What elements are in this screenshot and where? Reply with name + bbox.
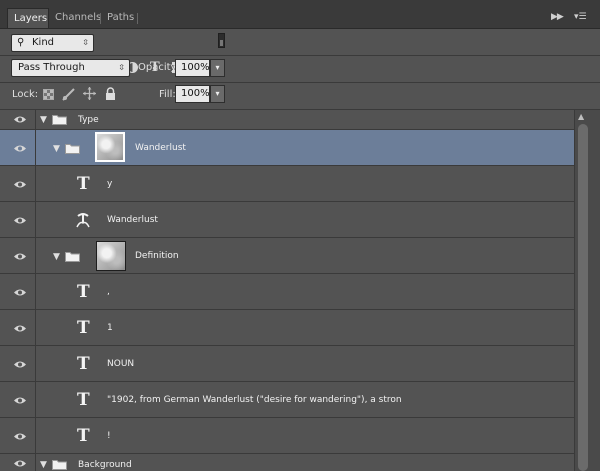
eye-icon[interactable] [13, 432, 27, 441]
folder-icon [52, 115, 67, 125]
layer-name: Type [78, 115, 99, 125]
layer-mask-thumbnail[interactable] [95, 132, 125, 162]
layer-name: Wanderlust [107, 215, 158, 225]
layer-name: Wanderlust [135, 143, 186, 153]
eye-icon[interactable] [13, 396, 27, 405]
blend-mode-value: Pass Through [18, 62, 85, 73]
layer-row-text[interactable]: T "1902, from German Wanderlust ("desire… [0, 382, 574, 418]
text-layer-icon: T [77, 390, 90, 410]
search-icon: ⚲ [17, 37, 25, 48]
layer-row-group-selected[interactable]: ▼ Wanderlust [0, 130, 574, 166]
eye-icon[interactable] [13, 252, 27, 261]
fill-dropdown-arrow[interactable]: ▾ [210, 85, 225, 103]
fill-label: Fill: [159, 89, 176, 100]
layer-row-text[interactable]: T 1 [0, 310, 574, 346]
folder-icon [65, 144, 80, 154]
folder-icon [65, 252, 80, 262]
filter-kind-label: Kind [32, 37, 55, 48]
eye-icon[interactable] [13, 115, 27, 124]
opacity-label: Opacity: [138, 62, 180, 73]
lock-image-icon[interactable] [62, 88, 76, 101]
visibility-cell[interactable] [0, 454, 36, 471]
layer-name: y [107, 179, 113, 189]
blend-mode-dropdown[interactable]: Pass Through ⇳ [11, 59, 130, 77]
updown-caret-icon: ⇳ [118, 63, 125, 72]
lock-label: Lock: [12, 89, 39, 100]
filter-toggle-icon[interactable] [218, 33, 225, 48]
text-layer-icon: T [77, 174, 90, 194]
visibility-cell[interactable] [0, 166, 36, 201]
eye-icon[interactable] [13, 360, 27, 369]
expand-triangle-icon[interactable]: ▼ [53, 252, 60, 262]
layer-row-group[interactable]: ▼ Definition [0, 238, 574, 274]
layer-row-group[interactable]: ▼ Type [0, 110, 574, 130]
scroll-up-arrow-icon[interactable]: ▲ [578, 112, 584, 121]
visibility-cell[interactable] [0, 382, 36, 417]
opacity-dropdown-arrow[interactable]: ▾ [210, 59, 225, 77]
panel-menu-icon[interactable]: ▾☰ [574, 12, 587, 22]
eye-icon[interactable] [13, 324, 27, 333]
scrollbar-thumb[interactable] [578, 124, 588, 471]
updown-caret-icon: ⇳ [82, 38, 89, 47]
layer-row-text[interactable]: Wanderlust [0, 202, 574, 238]
tab-channels[interactable]: Channels [49, 8, 107, 28]
eye-icon[interactable] [13, 180, 27, 189]
panel-tab-bar: Layers Channels Paths ▶▶ ▾☰ [0, 0, 600, 29]
blend-row: Pass Through ⇳ Opacity: 100% ▾ [0, 56, 600, 82]
expand-triangle-icon[interactable]: ▼ [53, 144, 60, 154]
eye-icon[interactable] [13, 216, 27, 225]
warped-text-icon [76, 213, 90, 228]
layer-name: Background [78, 460, 132, 470]
layer-name: Definition [135, 251, 179, 261]
expand-triangle-icon[interactable]: ▼ [40, 460, 47, 470]
text-layer-icon: T [77, 426, 90, 446]
filter-row: ⚲ Kind ⇳ T [0, 28, 600, 75]
opacity-input[interactable]: 100% [175, 59, 210, 77]
lock-row: Lock: Fill: 100% ▾ [0, 82, 600, 109]
lock-transparent-icon[interactable] [43, 89, 54, 100]
visibility-cell[interactable] [0, 310, 36, 345]
eye-icon[interactable] [13, 459, 27, 468]
visibility-cell[interactable] [0, 418, 36, 453]
layer-name: ! [107, 431, 111, 441]
lock-all-icon[interactable] [105, 87, 116, 100]
layer-row-text[interactable]: T , [0, 274, 574, 310]
tab-divider [137, 13, 138, 24]
layer-row-text[interactable]: T y [0, 166, 574, 202]
layer-name: NOUN [107, 359, 135, 369]
text-layer-icon: T [77, 282, 90, 302]
tab-paths[interactable]: Paths [101, 8, 140, 28]
visibility-cell[interactable] [0, 274, 36, 309]
layers-list: ▼ Type ▼ Wanderlust T y Wanderlust ▼ Def… [0, 110, 600, 471]
folder-icon [52, 460, 67, 470]
filter-kind-dropdown[interactable]: ⚲ Kind ⇳ [11, 34, 94, 52]
layer-row-text[interactable]: T NOUN [0, 346, 574, 382]
layer-row-text[interactable]: T ! [0, 418, 574, 454]
visibility-cell[interactable] [0, 202, 36, 237]
eye-icon[interactable] [13, 144, 27, 153]
layer-name: 1 [107, 323, 113, 333]
layer-mask-thumbnail[interactable] [96, 241, 126, 271]
tab-layers[interactable]: Layers [7, 8, 49, 28]
visibility-cell[interactable] [0, 110, 36, 129]
fill-input[interactable]: 100% [175, 85, 210, 103]
expand-triangle-icon[interactable]: ▼ [40, 115, 47, 125]
eye-icon[interactable] [13, 288, 27, 297]
text-layer-icon: T [77, 354, 90, 374]
visibility-cell[interactable] [0, 346, 36, 381]
visibility-cell[interactable] [0, 238, 36, 273]
double-chevron-right-icon[interactable]: ▶▶ [551, 12, 564, 22]
layer-row-group[interactable]: ▼ Background [0, 454, 574, 471]
lock-position-icon[interactable] [83, 87, 96, 100]
layer-name: "1902, from German Wanderlust ("desire f… [107, 395, 402, 405]
text-layer-icon: T [77, 318, 90, 338]
layer-name: , [107, 287, 110, 297]
visibility-cell[interactable] [0, 130, 36, 165]
